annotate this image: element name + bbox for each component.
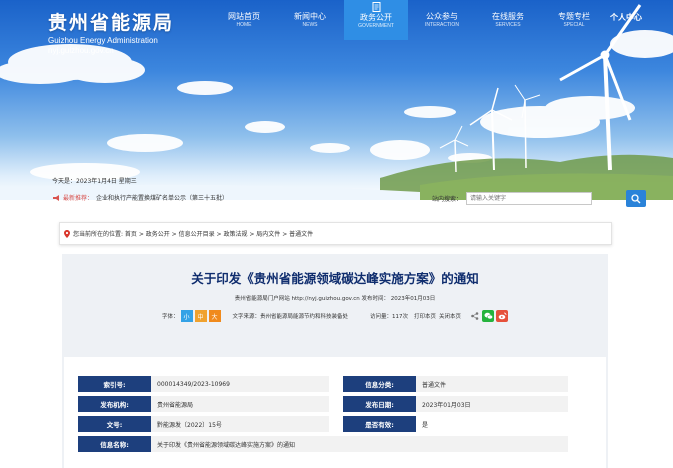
nav-government-label: 政务公开 xyxy=(360,13,392,22)
logo-title: 贵州省能源局 xyxy=(48,12,175,34)
nav-services-sublabel: SERVICES xyxy=(495,22,521,28)
font-small-button[interactable]: 小 xyxy=(180,310,193,322)
search-input[interactable] xyxy=(466,192,593,205)
nav-news-sublabel: NEWS xyxy=(302,22,318,28)
search-icon xyxy=(631,193,641,203)
share-buttons xyxy=(471,310,509,322)
main-nav: 网站首页 HOME 新闻中心 NEWS 政务公开 GOVERNMENT 公众参与… xyxy=(212,0,608,40)
index-number-label: 索引号: xyxy=(78,376,151,392)
wechat-share-button[interactable] xyxy=(482,310,495,322)
nav-news-label: 新闻中心 xyxy=(294,12,326,21)
nav-news[interactable]: 新闻中心 NEWS xyxy=(278,0,342,40)
nav-special-label: 专题专栏 xyxy=(558,12,590,21)
document-icon xyxy=(372,2,380,12)
location-pin-icon xyxy=(64,229,70,238)
site-search: 站内搜索： xyxy=(432,190,647,207)
print-link[interactable]: 打印本页 xyxy=(414,312,436,320)
spacer xyxy=(329,376,343,392)
spacer xyxy=(329,396,343,412)
close-link[interactable]: 关闭本页 xyxy=(439,312,461,320)
category-value: 普通文件 xyxy=(416,376,568,392)
nav-home-label: 网站首页 xyxy=(228,12,260,21)
validity-label: 是否有效: xyxy=(343,416,416,432)
logo-url: nyj.guizhou.gov.cn xyxy=(48,46,114,55)
share-icon[interactable] xyxy=(471,312,479,320)
font-medium-button[interactable]: 中 xyxy=(194,310,207,322)
category-label: 信息分类: xyxy=(343,376,416,392)
table-row: 发布机构: 贵州省能源局 发布日期: 2023年01月03日 xyxy=(78,396,568,412)
site-logo[interactable]: 贵州省能源局 Guizhou Energy Administration nyj… xyxy=(48,8,174,56)
nav-interaction-label: 公众参与 xyxy=(426,12,458,21)
info-name-label: 信息名称: xyxy=(78,436,151,452)
publish-date-label: 发布日期: xyxy=(343,396,416,412)
publish-date-value: 2023年01月03日 xyxy=(416,396,568,412)
nav-home-sublabel: HOME xyxy=(236,22,252,28)
publisher-value: 贵州省能源局 xyxy=(151,396,329,412)
document-info-table: 索引号: 000014349/2023-10969 信息分类: 普通文件 发布机… xyxy=(78,372,568,456)
breadcrumb: 您当前所在的位置: 首页 > 政务公开 > 信息公开目录 > 政策法规 > 局内… xyxy=(59,222,612,245)
article-panel: 关于印发《贵州省能源领域碳达峰实施方案》的通知 贵州省能源局门户网站 http:… xyxy=(62,254,608,468)
header-banner: 贵州省能源局 Guizhou Energy Administration nyj… xyxy=(0,0,673,200)
search-label: 站内搜索： xyxy=(432,196,463,203)
font-large-button[interactable]: 大 xyxy=(208,310,221,322)
visit-count: 访问量：117次 xyxy=(370,314,409,320)
table-row: 文号: 黔能源发〔2022〕15号 是否有效: 是 xyxy=(78,416,568,432)
megaphone-icon xyxy=(53,194,59,201)
personal-center-link[interactable]: 个人中心 xyxy=(610,12,642,23)
nav-special-sublabel: SPECIAL xyxy=(563,22,585,28)
nav-special[interactable]: 专题专栏 SPECIAL xyxy=(542,0,606,40)
font-size-label: 字体： xyxy=(162,314,179,320)
validity-value: 是 xyxy=(416,416,568,432)
weibo-share-button[interactable] xyxy=(496,310,509,322)
info-name-value: 关于印发《贵州省能源领域碳达峰实施方案》的通知 xyxy=(151,436,568,452)
article-tools: 字体： 小 中 大 文字来源：贵州省能源局能源节约和科技装备处 访问量：117次… xyxy=(162,309,509,323)
logo-english: Guizhou Energy Administration xyxy=(48,36,158,45)
index-number-value: 000014349/2023-10969 xyxy=(151,376,329,392)
latest-notice: 最新推荐： 企业和执行产能置换煤矿名单公示（第三十五批） xyxy=(52,193,228,202)
search-button[interactable] xyxy=(626,190,647,207)
article-title: 关于印发《贵州省能源领域碳达峰实施方案》的通知 xyxy=(191,271,479,286)
doc-number-label: 文号: xyxy=(78,416,151,432)
current-date: 今天是：2023年1月4日 星期三 xyxy=(52,178,137,185)
notice-tag: 最新推荐： xyxy=(63,195,94,202)
text-source: 文字来源：贵州省能源局能源节约和科技装备处 xyxy=(232,314,349,320)
wechat-icon xyxy=(484,312,493,320)
table-row: 信息名称: 关于印发《贵州省能源领域碳达峰实施方案》的通知 xyxy=(78,436,568,452)
nav-home[interactable]: 网站首页 HOME xyxy=(212,0,276,40)
breadcrumb-path[interactable]: 您当前所在的位置: 首页 > 政务公开 > 信息公开目录 > 政策法规 > 局内… xyxy=(73,229,313,238)
spacer xyxy=(329,416,343,432)
table-row: 索引号: 000014349/2023-10969 信息分类: 普通文件 xyxy=(78,376,568,392)
nav-interaction-sublabel: INTERACTION xyxy=(425,22,459,28)
weibo-icon xyxy=(498,312,506,320)
nav-interaction[interactable]: 公众参与 INTERACTION xyxy=(410,0,474,40)
publisher-label: 发布机构: xyxy=(78,396,151,412)
document-info-card: 索引号: 000014349/2023-10969 信息分类: 普通文件 发布机… xyxy=(64,357,606,468)
doc-number-value: 黔能源发〔2022〕15号 xyxy=(151,416,329,432)
nav-services-label: 在线服务 xyxy=(492,12,524,21)
nav-services[interactable]: 在线服务 SERVICES xyxy=(476,0,540,40)
nav-government[interactable]: 政务公开 GOVERNMENT xyxy=(344,0,408,40)
article-source: 贵州省能源局门户网站 http://nyj.guizhou.gov.cn 发布时… xyxy=(234,296,436,302)
notice-link[interactable]: 企业和执行产能置换煤矿名单公示（第三十五批） xyxy=(96,193,228,202)
nav-government-sublabel: GOVERNMENT xyxy=(358,23,394,29)
